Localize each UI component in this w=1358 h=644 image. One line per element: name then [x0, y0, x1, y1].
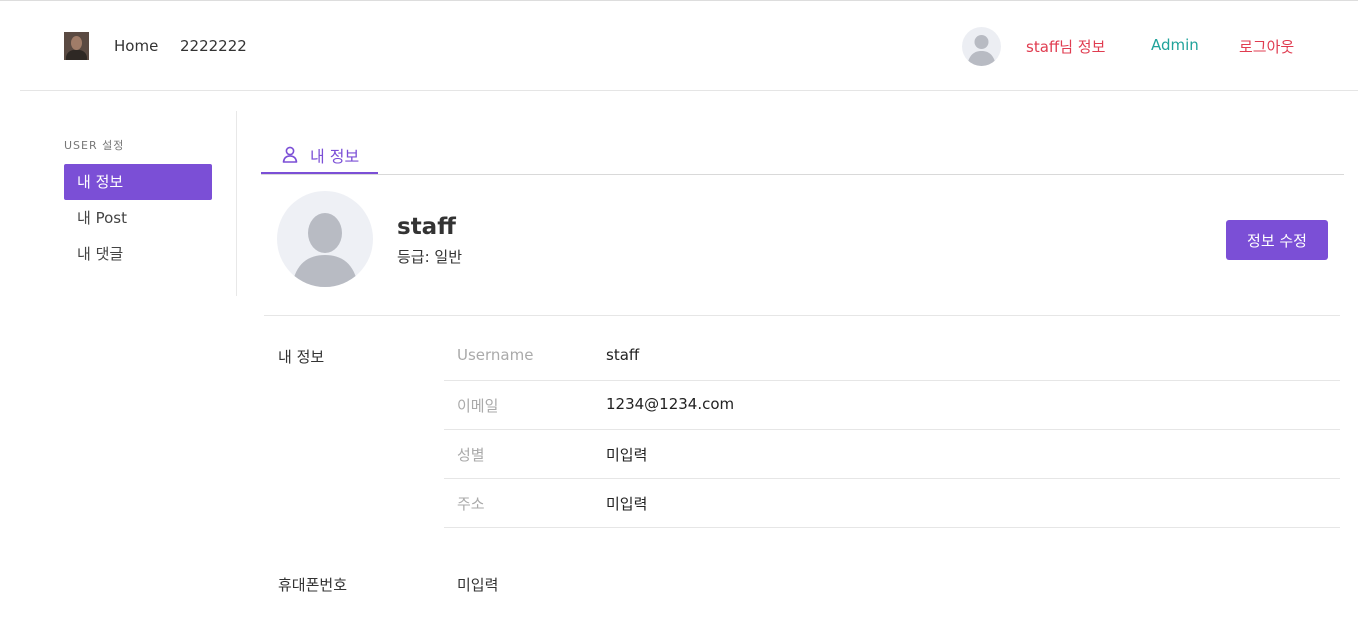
top-navbar: Home 2222222 staff님 정보 Admin 로그아웃 — [20, 1, 1358, 91]
user-info-link[interactable]: staff님 정보 — [1026, 36, 1105, 57]
info-value: staff — [606, 346, 640, 364]
info-key: 주소 — [457, 495, 485, 513]
profile-username: staff — [397, 214, 456, 240]
info-key: Username — [457, 346, 534, 364]
site-logo[interactable] — [64, 32, 89, 60]
info-key: 성별 — [457, 446, 485, 464]
info-row-address: 주소 미입력 — [444, 479, 1340, 528]
nav-home-link[interactable]: Home — [114, 37, 158, 55]
edit-info-button[interactable]: 정보 수정 — [1226, 220, 1328, 260]
info-value: 미입력 — [606, 446, 648, 464]
info-value: 1234@1234.com — [606, 395, 735, 413]
details-section-label: 내 정보 — [278, 348, 325, 366]
sidebar-divider — [236, 111, 237, 296]
phone-value: 미입력 — [457, 576, 499, 594]
profile-avatar — [277, 191, 373, 287]
sidebar-item-my-post[interactable]: 내 Post — [64, 200, 212, 236]
logout-link[interactable]: 로그아웃 — [1239, 36, 1294, 57]
profile-grade: 등급: 일반 — [397, 248, 463, 266]
user-icon — [282, 146, 298, 163]
admin-link[interactable]: Admin — [1151, 36, 1199, 54]
nav-2222222-link[interactable]: 2222222 — [180, 37, 247, 55]
header-avatar[interactable] — [962, 27, 1001, 66]
info-row-username: Username staff — [444, 332, 1340, 381]
avatar-silhouette-icon — [967, 35, 996, 66]
tab-underline — [261, 174, 1344, 175]
section-divider — [264, 315, 1340, 316]
info-row-gender: 성별 미입력 — [444, 430, 1340, 479]
info-row-email: 이메일 1234@1234.com — [444, 381, 1340, 430]
info-key: 이메일 — [457, 397, 499, 415]
phone-label: 휴대폰번호 — [278, 576, 348, 594]
sidebar-item-my-info[interactable]: 내 정보 — [64, 164, 212, 200]
avatar-silhouette-icon — [292, 213, 358, 287]
sidebar-item-my-comments[interactable]: 내 댓글 — [64, 236, 212, 272]
info-value: 미입력 — [606, 495, 648, 513]
sidebar-title: USER 설정 — [64, 139, 125, 152]
tab-label: 내 정보 — [310, 147, 360, 166]
tab-my-info[interactable]: 내 정보 — [261, 137, 378, 174]
